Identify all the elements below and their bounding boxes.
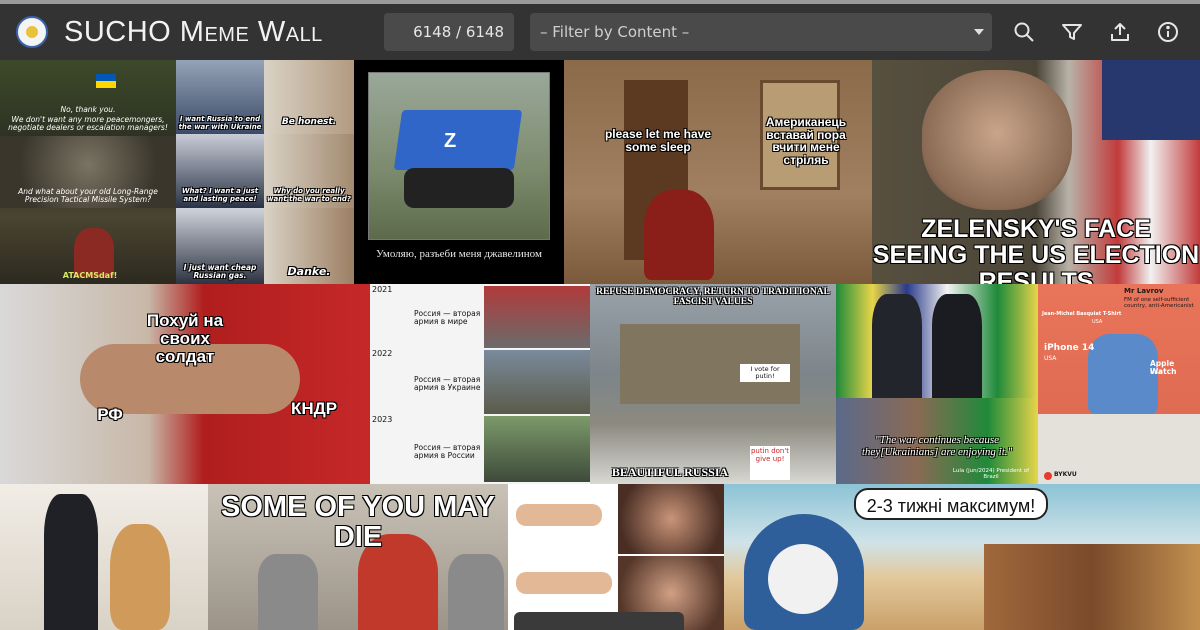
- lavrov-watch-origin: USA: [1150, 369, 1163, 376]
- meme-some-may-die[interactable]: SOME OF YOU MAY DIE: [208, 484, 508, 630]
- meme-grid: No, thank you. We don't want any more pe…: [0, 60, 1200, 630]
- meme-lavrov[interactable]: Mr Lavrov FM of one self-sufficient coun…: [1038, 284, 1200, 484]
- ukraine-flag-bottom: [96, 81, 116, 88]
- handshake-right-label: КНДР: [290, 399, 338, 418]
- meme-counter[interactable]: 6148 / 6148: [384, 13, 514, 51]
- robot-z-mark: Z: [444, 130, 457, 152]
- zelensky-caption: ZELENSKY'S FACE SEEING THE US ELECTION R…: [872, 215, 1200, 284]
- robot-vehicle-body: [393, 110, 523, 170]
- robot-tracks: [404, 168, 514, 208]
- lula-attribution: Lula (jun/2024) President of Brazil: [952, 468, 1030, 481]
- handshake-top-text: Похуй на своих солдат: [146, 311, 224, 366]
- army-text-1: Россия — вторая армия в мире: [414, 309, 481, 327]
- lavrov-shirt-origin: USA: [1092, 319, 1103, 325]
- image-toolbar-overlay[interactable]: [514, 612, 684, 630]
- fascist-top-text: REFUSE DEMOCRACY, RETURN TO TRADITIONAL …: [596, 287, 830, 307]
- scholz-text-l1: I want Russia to end the war with Ukrain…: [178, 115, 262, 131]
- lavrov-shirt: Jean-Michel Basquiat T-Shirt: [1042, 311, 1122, 317]
- lula-figure: [872, 294, 922, 398]
- army-photo-2: [484, 350, 590, 414]
- chevron-down-icon: [974, 29, 984, 35]
- akita-dog: [110, 524, 170, 630]
- lula-quote: "The war continues because they[Ukrainia…: [861, 434, 1013, 459]
- us-flag-canton: [1102, 60, 1200, 140]
- army-year-2: 2022: [372, 349, 393, 358]
- fascist-sign-2: putin don't give up!: [750, 447, 790, 463]
- zelensky-face: [922, 70, 1072, 210]
- meme-handshake[interactable]: Похуй на своих солдат РФ КНДР: [0, 284, 370, 484]
- die-caption: SOME OF YOU MAY DIE: [221, 491, 495, 554]
- top-navbar: SUCHO Meme Wall 6148 / 6148 – Filter by …: [0, 4, 1200, 60]
- sucho-logo[interactable]: [16, 16, 48, 48]
- scholz-text-r2: Why do you really want the war to end?: [267, 187, 351, 203]
- crowd: [984, 544, 1200, 630]
- gandalf-line1: No, thank you.: [60, 105, 116, 114]
- lavrov-phone-origin: USA: [1044, 355, 1057, 362]
- meme-putin-dog[interactable]: [0, 484, 208, 630]
- ukraine-flag-top: [96, 74, 116, 81]
- army-year-1: 2021: [372, 285, 393, 294]
- scholz-text-r1: Be honest.: [281, 117, 337, 127]
- moses-speech-bubble: 2-3 тижні максимум!: [854, 488, 1048, 520]
- robot-caption: Умоляю, разъеби меня джавелином: [376, 248, 542, 260]
- army-photo-3: [484, 416, 590, 482]
- content-filter-select[interactable]: – Filter by Content –: [530, 13, 992, 51]
- app-title-suffix: Meme Wall: [179, 16, 323, 48]
- face-top: [618, 484, 724, 554]
- info-icon[interactable]: [1156, 20, 1180, 44]
- app-title: SUCHO Meme Wall: [64, 16, 323, 49]
- putin-figure: [932, 294, 982, 398]
- brand-dot-icon: [1044, 472, 1052, 480]
- app-title-prefix: SUCHO: [64, 16, 172, 48]
- meme-hands[interactable]: [508, 484, 724, 630]
- fascist-sign-1: I vote for putin!: [750, 365, 780, 381]
- meme-army[interactable]: 2021 Россия — вторая армия в мире 2022 Р…: [370, 284, 590, 484]
- meme-zelensky[interactable]: ZELENSKY'S FACE SEEING THE US ELECTION R…: [872, 60, 1200, 284]
- sleep-right-text: Американець вставай пора вчити мене стрі…: [765, 115, 847, 167]
- knight-left: [258, 554, 318, 630]
- handshake-left-label: РФ: [97, 405, 123, 424]
- search-icon[interactable]: [1012, 20, 1036, 44]
- scholz-text-l2: What? I want a just and lasting peace!: [181, 187, 259, 203]
- content-filter-placeholder: – Filter by Content –: [540, 23, 690, 41]
- sleep-left-text: please let me have some sleep: [604, 127, 712, 154]
- putin-suit: [44, 494, 98, 630]
- lavrov-desc: FM of one self-sufficient country, anti-…: [1124, 297, 1194, 310]
- gandalf-line2: We don't want any more peacemongers, neg…: [8, 115, 168, 133]
- knight-right: [448, 554, 504, 630]
- gandalf-line4: ATACMSdaf!: [62, 271, 118, 280]
- meme-gandalf[interactable]: No, thank you. We don't want any more pe…: [0, 60, 176, 284]
- hand-top: [516, 504, 602, 526]
- moses-beard: [768, 544, 838, 614]
- gandalf-line3: And what about your old Long-Range Preci…: [18, 187, 158, 205]
- meme-robot[interactable]: Z Умоляю, разъеби меня джавелином: [354, 60, 564, 284]
- lavrov-name: Mr Lavrov: [1124, 287, 1164, 295]
- lavrov-brand: BYKVU: [1054, 471, 1077, 478]
- scholz-text-l3: I just want cheap Russian gas.: [183, 263, 257, 281]
- meme-scholz[interactable]: I want Russia to end the war with Ukrain…: [176, 60, 354, 284]
- army-text-3: Россия — вторая армия в России: [414, 443, 481, 461]
- army-year-3: 2023: [372, 415, 393, 424]
- hand-bottom: [516, 572, 612, 594]
- filter-icon[interactable]: [1060, 20, 1084, 44]
- scholz-text-r3: Danke.: [287, 265, 331, 278]
- meme-sleep[interactable]: please let me have some sleep Американец…: [564, 60, 872, 284]
- girl-figure: [644, 190, 714, 280]
- army-text-2: Россия — вторая армия в Украине: [414, 375, 481, 393]
- army-photo-1: [484, 286, 590, 348]
- fascist-bottom-text: BEAUTIFUL RUSSIA: [611, 465, 729, 479]
- meme-lula[interactable]: "The war continues because they[Ukrainia…: [836, 284, 1038, 484]
- meme-moses[interactable]: 2-3 тижні максимум!: [724, 484, 1200, 630]
- meme-fascist[interactable]: REFUSE DEMOCRACY, RETURN TO TRADITIONAL …: [590, 284, 836, 484]
- lavrov-phone: iPhone 14: [1044, 343, 1095, 353]
- upload-icon[interactable]: [1108, 20, 1132, 44]
